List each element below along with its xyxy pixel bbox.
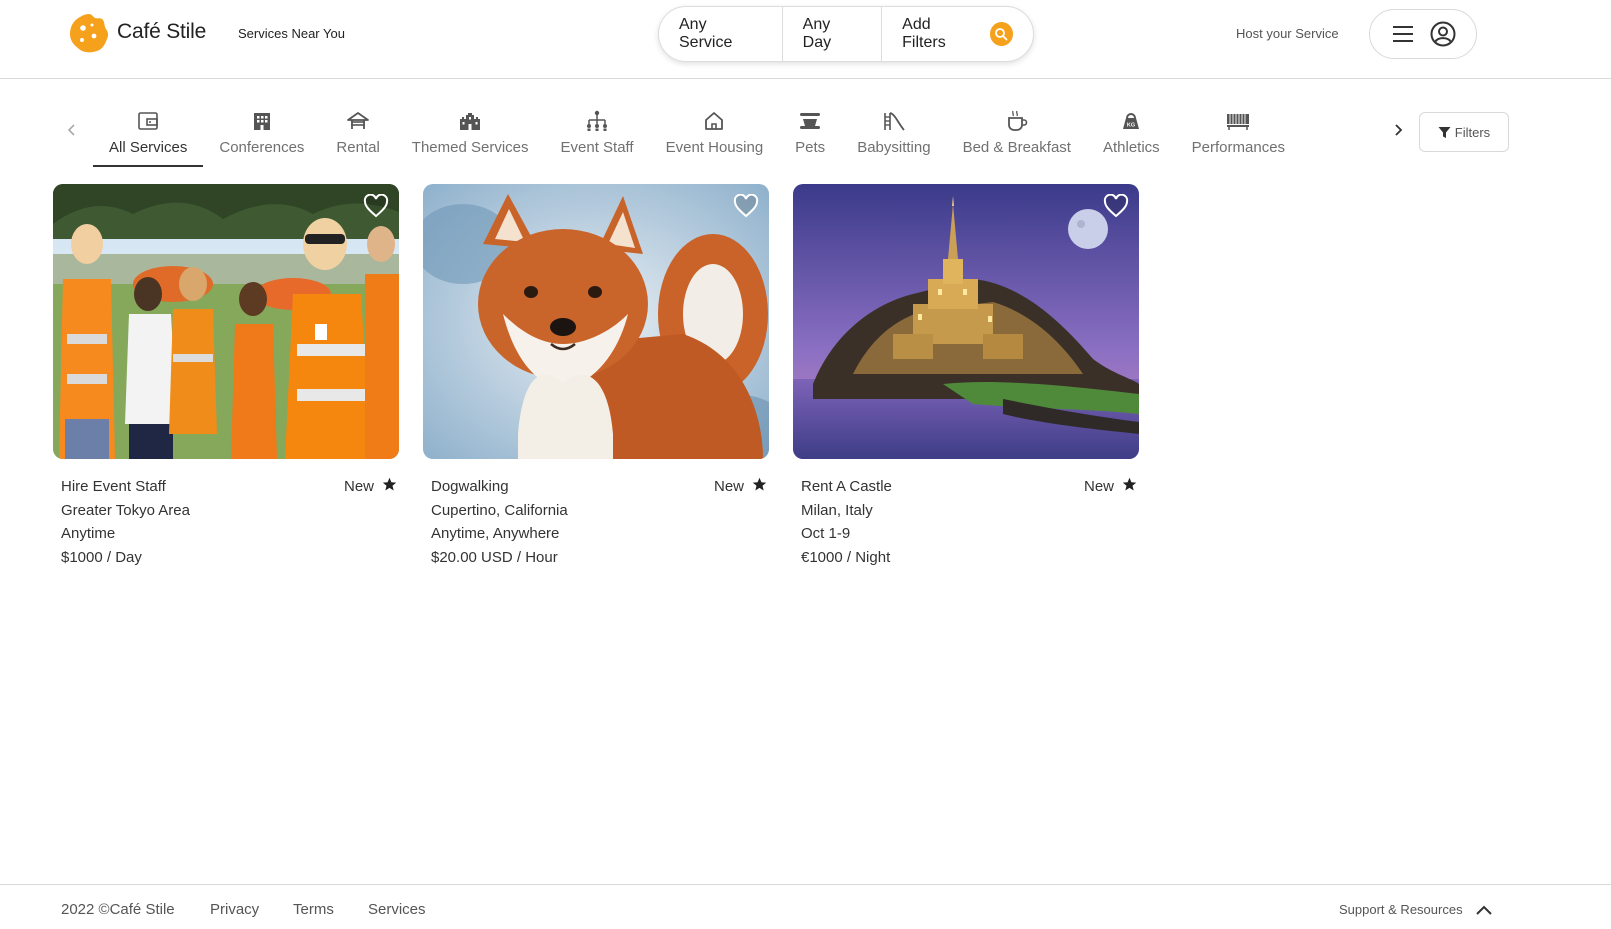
category-event-staff[interactable]: Event Staff [545, 98, 650, 170]
listing-image[interactable] [793, 184, 1139, 459]
favorite-heart-icon[interactable] [363, 194, 389, 218]
listing-info: Rent A Castle Milan, Italy Oct 1-9 €1000… [793, 459, 1139, 569]
listing-location: Cupertino, California [431, 501, 568, 519]
host-your-service-link[interactable]: Host your Service [1236, 26, 1339, 41]
category-label: Rental [336, 139, 380, 156]
category-label: Pets [795, 139, 826, 156]
any-service-button[interactable]: Any Service [659, 7, 782, 61]
gazebo-icon [347, 112, 369, 129]
footer-link-services[interactable]: Services [368, 901, 426, 918]
star-icon [752, 478, 767, 491]
category-babysitting[interactable]: Babysitting [841, 98, 946, 170]
hamburger-menu-icon [1393, 26, 1413, 42]
footer: 2022 ©Café Stile Privacy Terms Services … [0, 884, 1611, 929]
category-bar: All Services Conferences Rental Themed S… [93, 98, 1379, 170]
mug-icon [1007, 110, 1028, 131]
cookie-logo-icon[interactable] [68, 12, 110, 54]
add-filters-button[interactable]: Add Filters [882, 7, 1033, 61]
new-badge: New [1083, 478, 1114, 495]
listing-image[interactable] [53, 184, 399, 459]
listing-info: Hire Event Staff Greater Tokyo Area Anyt… [53, 459, 399, 569]
footer-link-privacy[interactable]: Privacy [210, 901, 259, 918]
category-athletics[interactable]: KG Athletics [1087, 98, 1176, 170]
listing-dates: Oct 1-9 [801, 525, 851, 542]
favorite-heart-icon[interactable] [1103, 194, 1129, 218]
category-event-housing[interactable]: Event Housing [650, 98, 780, 170]
new-badge: New [713, 478, 744, 495]
category-label: Bed & Breakfast [962, 139, 1071, 156]
category-performances[interactable]: Performances [1176, 98, 1301, 170]
listing-dates: Anytime, Anywhere [431, 525, 560, 542]
top-navbar: Café Stile Services Near You Any Service… [0, 0, 1611, 79]
house-icon [705, 112, 724, 130]
star-icon [1122, 478, 1137, 491]
listing-rating: New [714, 475, 767, 499]
favorite-heart-icon[interactable] [733, 194, 759, 218]
org-chart-icon [587, 110, 608, 131]
kettlebell-icon: KG [1123, 113, 1140, 129]
category-pets[interactable]: Pets [779, 98, 841, 170]
search-bar[interactable]: Any Service Any Day Add Filters [658, 6, 1034, 62]
listing-card[interactable]: Rent A Castle Milan, Italy Oct 1-9 €1000… [793, 184, 1139, 569]
listing-title: Rent A Castle [801, 478, 892, 495]
svg-text:KG: KG [1127, 123, 1135, 129]
listing-price: $1000 / Day [61, 548, 142, 566]
wallet-icon [138, 112, 158, 130]
search-icon [995, 28, 1008, 41]
category-next-arrow-icon[interactable] [1390, 122, 1406, 138]
shiba-dog-photo [423, 184, 769, 459]
category-rental[interactable]: Rental [320, 98, 395, 170]
category-bed-breakfast[interactable]: Bed & Breakfast [947, 98, 1087, 170]
category-label: All Services [109, 139, 188, 156]
footer-link-terms[interactable]: Terms [293, 901, 334, 918]
category-label: Event Housing [665, 139, 764, 156]
category-themed-services[interactable]: Themed Services [396, 98, 545, 170]
category-prev-arrow-icon[interactable] [64, 122, 80, 138]
category-label: Athletics [1102, 139, 1160, 156]
building-icon [253, 113, 270, 130]
add-filters-label: Add Filters [902, 16, 946, 51]
any-day-button[interactable]: Any Day [783, 7, 882, 61]
listing-dates: Anytime [61, 525, 116, 542]
star-icon [382, 478, 397, 491]
copyright-text: 2022 ©Café Stile [61, 901, 175, 918]
user-menu-button[interactable] [1369, 9, 1477, 59]
support-resources-label: Support & Resources [1339, 902, 1463, 917]
listing-image[interactable] [423, 184, 769, 459]
listing-title: Dogwalking [431, 478, 509, 495]
new-badge: New [343, 478, 374, 495]
listing-price: $20.00 USD / Hour [431, 548, 558, 566]
category-label: Themed Services [411, 139, 529, 156]
listing-info: Dogwalking Cupertino, California Anytime… [423, 459, 769, 569]
castle-photo [793, 184, 1139, 459]
listing-price: €1000 / Night [801, 548, 891, 566]
listing-card[interactable]: Hire Event Staff Greater Tokyo Area Anyt… [53, 184, 399, 569]
services-near-you-label[interactable]: Services Near You [238, 26, 345, 41]
listing-location: Greater Tokyo Area [61, 501, 190, 519]
piano-icon [1227, 114, 1250, 130]
category-label: Event Staff [560, 139, 634, 156]
support-resources-button[interactable]: Support & Resources [1339, 902, 1493, 917]
pet-bowl-icon [800, 113, 821, 129]
listing-rating: New [1084, 475, 1137, 499]
listing-rating: New [344, 475, 397, 499]
category-conferences[interactable]: Conferences [203, 98, 320, 170]
filters-button[interactable]: Filters [1419, 112, 1509, 152]
slide-icon [884, 112, 905, 131]
category-label: Babysitting [857, 139, 931, 156]
chevron-up-icon [1475, 905, 1492, 915]
filters-label: Filters [1454, 124, 1491, 140]
listing-title: Hire Event Staff [61, 478, 166, 495]
event-staff-photo [53, 184, 399, 459]
funnel-icon [1438, 126, 1451, 138]
listing-location: Milan, Italy [801, 501, 873, 519]
category-all-services[interactable]: All Services [93, 98, 204, 170]
category-label: Performances [1191, 139, 1286, 156]
user-avatar-icon [1430, 21, 1456, 47]
listing-card[interactable]: Dogwalking Cupertino, California Anytime… [423, 184, 769, 569]
brand-name[interactable]: Café Stile [117, 20, 206, 44]
search-submit-button[interactable] [989, 22, 1013, 46]
castle-icon [460, 113, 481, 130]
category-label: Conferences [219, 139, 305, 156]
